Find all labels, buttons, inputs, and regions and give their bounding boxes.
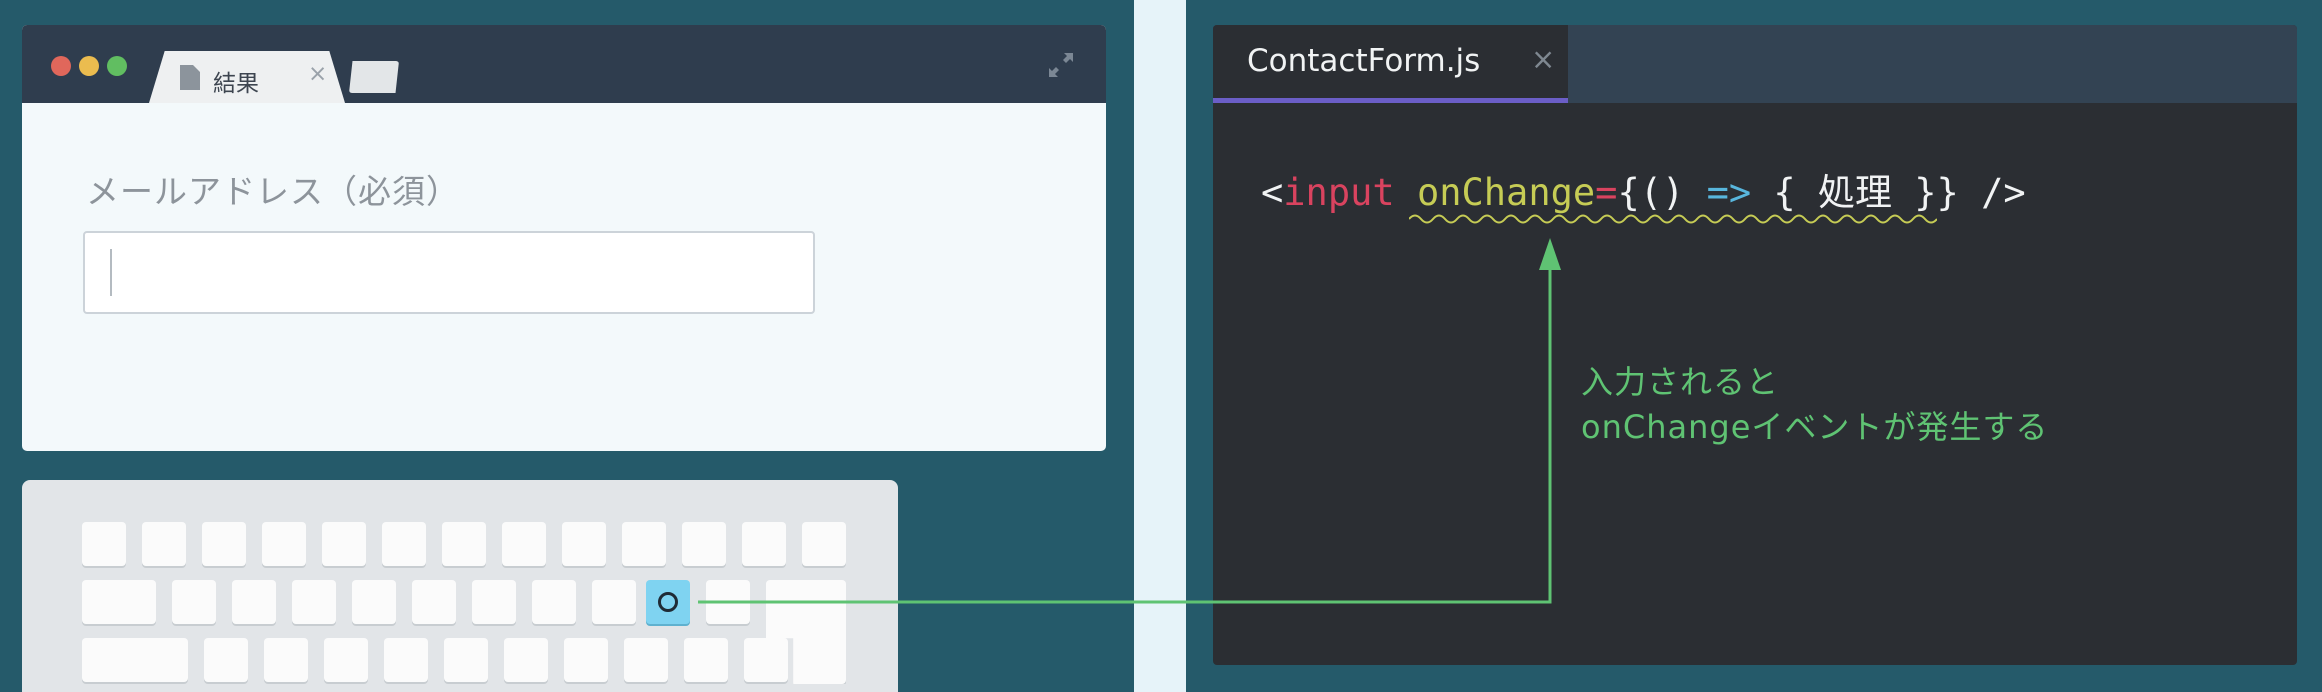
email-label: メールアドレス（必須） [86, 172, 460, 211]
keyboard-key[interactable] [352, 580, 396, 624]
annotation-line-1: 入力されると [1581, 363, 1780, 401]
keyboard-key[interactable] [532, 580, 576, 624]
tab-key[interactable] [82, 580, 156, 624]
key-o-pressed[interactable] [646, 580, 690, 624]
result-pane: メールアドレス（必須） [22, 103, 1106, 451]
code-body: { 処理 }} [1773, 171, 1959, 214]
keyboard-key[interactable] [624, 638, 668, 682]
keyboard-key[interactable] [802, 522, 846, 566]
new-tab-button[interactable] [349, 61, 399, 93]
code-open-bracket: < [1261, 171, 1284, 214]
browser-toolbar: 結果 × [22, 25, 1106, 103]
keyboard-key[interactable] [204, 638, 248, 682]
code-equals: = [1595, 171, 1618, 214]
keyboard [22, 480, 898, 692]
keyboard-key[interactable] [742, 522, 786, 566]
close-window-button[interactable] [51, 56, 71, 76]
keyboard-key[interactable] [202, 522, 246, 566]
keyboard-key[interactable] [324, 638, 368, 682]
keyboard-key[interactable] [682, 522, 726, 566]
tab-contactform-js[interactable]: ContactForm.js × [1213, 25, 1568, 103]
tab-close-button[interactable]: × [308, 61, 327, 87]
tab-result-label: 結果 [213, 71, 259, 97]
document-icon [180, 65, 200, 90]
keyboard-key[interactable] [412, 580, 456, 624]
code-editor: ContactForm.js × <input onChange={() => … [1213, 25, 2297, 665]
o-key-glyph [658, 592, 678, 612]
expand-icon[interactable] [1046, 50, 1076, 80]
code-line[interactable]: <input onChange={() => { 処理 }} /> [1261, 162, 2026, 216]
keyboard-key[interactable] [684, 638, 728, 682]
keyboard-key[interactable] [592, 580, 636, 624]
squiggle-underline [1409, 214, 1937, 224]
code-brace-paren: {() [1617, 171, 1685, 214]
caps-lock-key[interactable] [82, 638, 188, 682]
pane-divider [1134, 0, 1186, 692]
tab-result[interactable]: 結果 × [149, 51, 345, 103]
keyboard-key[interactable] [142, 522, 186, 566]
keyboard-key[interactable] [264, 638, 308, 682]
code-tag-name: input [1283, 171, 1395, 214]
keyboard-key[interactable] [292, 580, 336, 624]
keyboard-key[interactable] [622, 522, 666, 566]
code-self-close: /> [1981, 171, 2026, 214]
maximize-window-button[interactable] [107, 56, 127, 76]
keyboard-key[interactable] [504, 638, 548, 682]
tab-close-button[interactable]: × [1531, 42, 1555, 76]
annotation-text: 入力されると onChangeイベントが発生する [1581, 360, 2048, 450]
keyboard-key[interactable] [444, 638, 488, 682]
keyboard-key[interactable] [172, 580, 216, 624]
keyboard-key[interactable] [562, 522, 606, 566]
text-caret [110, 249, 112, 296]
keyboard-key[interactable] [322, 522, 366, 566]
annotation-line-2: onChangeイベントが発生する [1581, 408, 2049, 446]
keyboard-key[interactable] [384, 638, 428, 682]
keyboard-key[interactable] [706, 580, 750, 624]
keyboard-key[interactable] [232, 580, 276, 624]
file-tab-label: ContactForm.js [1247, 43, 1481, 79]
code-arrow: => [1706, 171, 1752, 214]
email-input[interactable] [83, 231, 815, 314]
keyboard-key[interactable] [502, 522, 546, 566]
keyboard-key[interactable] [82, 522, 126, 566]
keyboard-key[interactable] [472, 580, 516, 624]
browser-window: 結果 × メールアドレス（必須） [22, 25, 1106, 451]
keyboard-key[interactable] [564, 638, 608, 682]
keyboard-key[interactable] [442, 522, 486, 566]
editor-tab-bar: ContactForm.js × [1213, 25, 2297, 103]
code-attr-name: onChange [1416, 171, 1596, 214]
keyboard-key[interactable] [382, 522, 426, 566]
keyboard-key[interactable] [262, 522, 306, 566]
keyboard-key[interactable] [744, 638, 788, 682]
minimize-window-button[interactable] [79, 56, 99, 76]
